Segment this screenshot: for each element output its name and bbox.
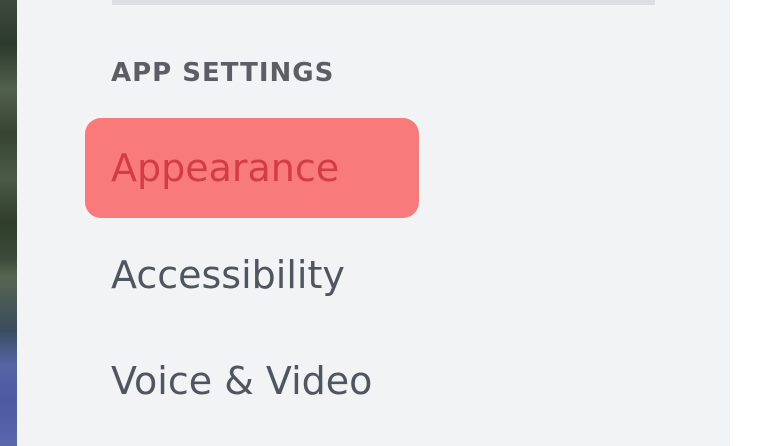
sidebar-item-voice-video[interactable]: Voice & Video — [85, 331, 419, 431]
section-header-app-settings: APP SETTINGS — [111, 58, 335, 88]
sidebar-item-appearance[interactable]: Appearance — [85, 118, 419, 218]
separator — [112, 0, 655, 5]
sidebar-item-accessibility[interactable]: Accessibility — [85, 225, 419, 325]
background-photo-edge — [0, 0, 17, 446]
app-window: APP SETTINGS Appearance Accessibility Vo… — [0, 0, 768, 446]
settings-sidebar: APP SETTINGS Appearance Accessibility Vo… — [17, 0, 730, 446]
